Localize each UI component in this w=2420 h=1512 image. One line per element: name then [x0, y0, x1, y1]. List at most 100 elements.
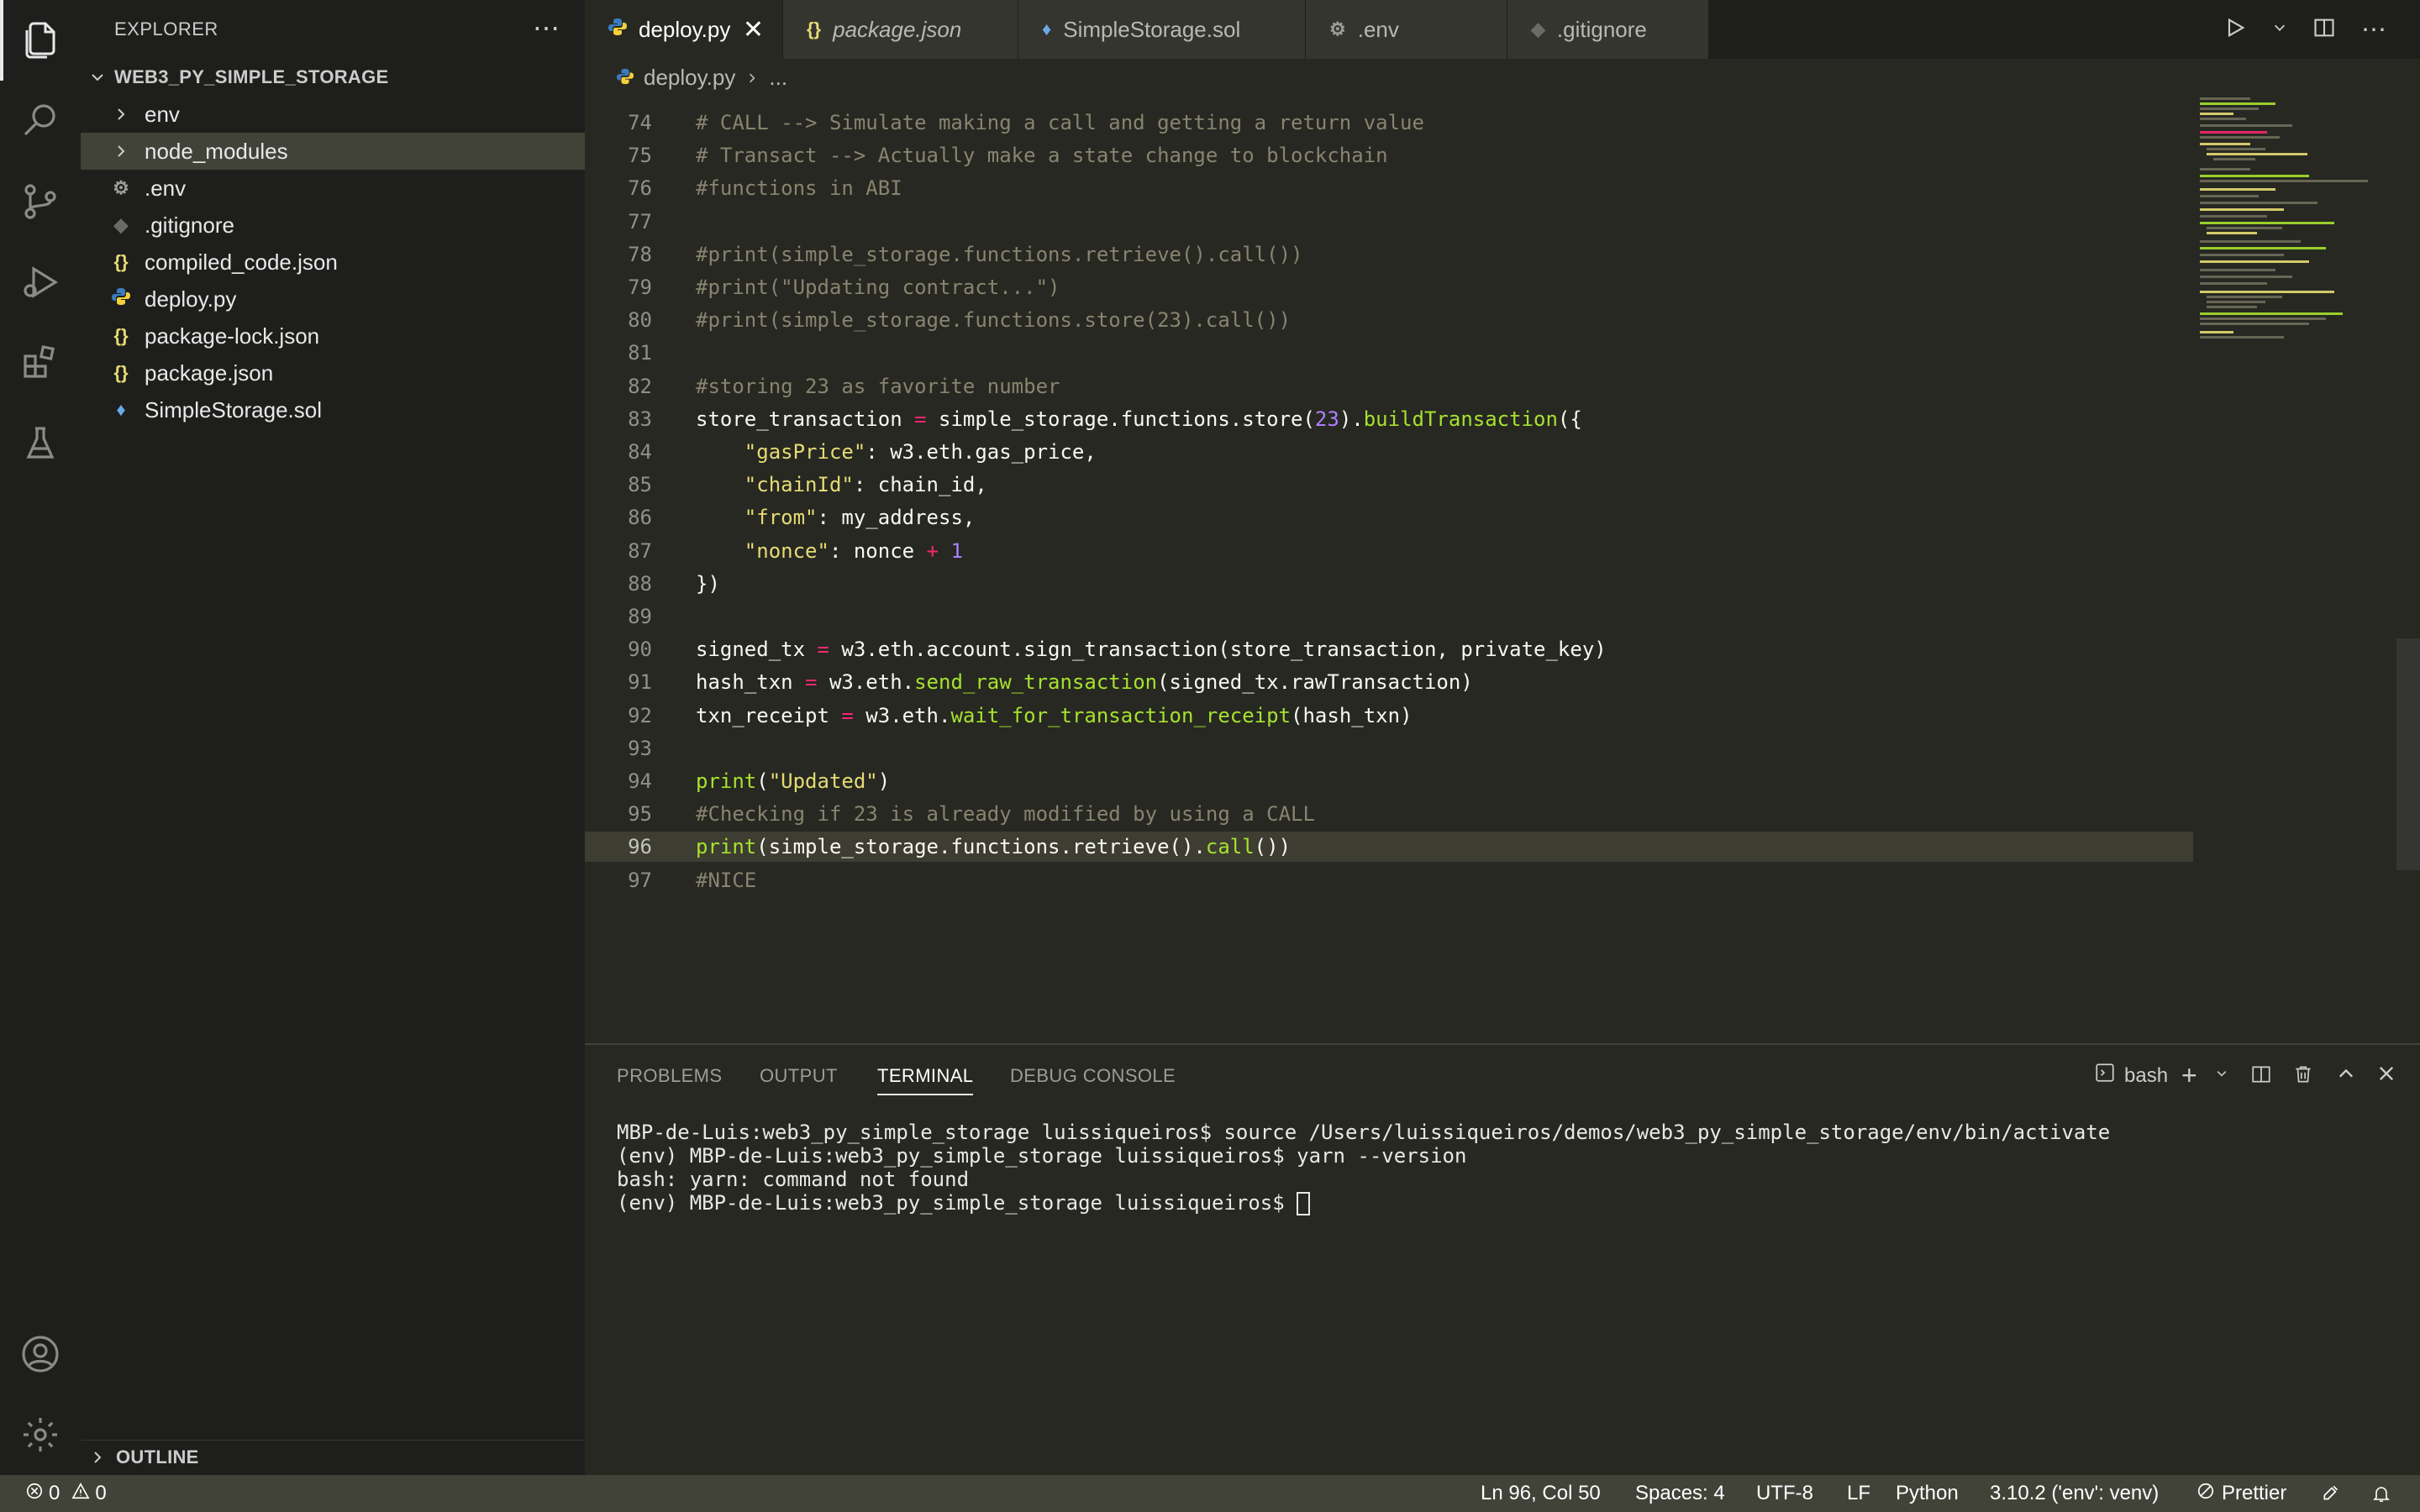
code-line[interactable]: 96 print(simple_storage.functions.retriev…: [585, 832, 2193, 863]
sidebar-title: EXPLORER: [114, 18, 218, 39]
code-line[interactable]: 76 #functions in ABI: [585, 173, 2193, 203]
settings-gear-icon[interactable]: [0, 1394, 81, 1475]
tree-item-node-modules[interactable]: node_modules: [81, 133, 585, 170]
code-line[interactable]: 90 signed_tx = w3.eth.account.sign_transa…: [585, 634, 2193, 664]
search-icon[interactable]: [0, 81, 81, 161]
code-line[interactable]: 97 #NICE: [585, 865, 2193, 895]
project-name: WEB3_PY_SIMPLE_STORAGE: [114, 66, 389, 87]
language-mode[interactable]: Python: [1896, 1475, 1959, 1512]
split-editor-icon[interactable]: [2312, 16, 2336, 44]
more-actions-icon[interactable]: ⋯: [2361, 15, 2386, 45]
run-debug-icon[interactable]: [0, 242, 81, 323]
line-number: 86: [628, 506, 652, 530]
code-line[interactable]: 77: [585, 207, 2193, 237]
code-line[interactable]: 89: [585, 601, 2193, 632]
solidity-icon: ♦: [116, 399, 126, 420]
editor-actions: ⋯: [2223, 15, 2386, 45]
account-icon[interactable]: [0, 1314, 81, 1394]
code-line[interactable]: 80 #print(simple_storage.functions.store(…: [585, 305, 2193, 335]
minimap[interactable]: [2196, 96, 2390, 432]
code-line[interactable]: 94 print("Updated"): [585, 766, 2193, 796]
code-line[interactable]: 92 txn_receipt = w3.eth.wait_for_transact…: [585, 701, 2193, 731]
extensions-icon[interactable]: [0, 323, 81, 403]
python-icon: [617, 65, 634, 91]
add-terminal-icon[interactable]: +: [2181, 1060, 2197, 1091]
more-actions-icon[interactable]: ⋯: [533, 12, 560, 44]
code-line[interactable]: 95 #Checking if 23 is already modified by…: [585, 799, 2193, 829]
indentation[interactable]: Spaces: 4: [1635, 1475, 1725, 1512]
code-line[interactable]: 91 hash_txn = w3.eth.send_raw_transaction…: [585, 667, 2193, 697]
tab-terminal[interactable]: TERMINAL: [877, 1065, 974, 1095]
code-line[interactable]: 79 #print("Updating contract..."): [585, 272, 2193, 302]
tab-problems[interactable]: PROBLEMS: [617, 1065, 722, 1087]
code-text: print("Updated"): [696, 769, 891, 793]
source-control-icon[interactable]: [0, 161, 81, 242]
code-line[interactable]: 87 "nonce": nonce + 1: [585, 536, 2193, 566]
tree-item-package-json[interactable]: {} package.json: [81, 354, 585, 391]
explorer-icon[interactable]: [0, 0, 81, 81]
terminal-shell-selector[interactable]: bash: [2094, 1062, 2168, 1089]
code-text: # Transact --> Actually make a state cha…: [696, 144, 1388, 168]
tree-item-simplestorage-sol[interactable]: ♦ SimpleStorage.sol: [81, 391, 585, 428]
testing-flask-icon[interactable]: [0, 403, 81, 484]
solidity-icon: ♦: [1042, 18, 1052, 39]
tab-output[interactable]: OUTPUT: [760, 1065, 838, 1087]
code-line[interactable]: 93: [585, 733, 2193, 764]
encoding[interactable]: UTF-8: [1756, 1475, 1813, 1512]
python-interpreter[interactable]: 3.10.2 ('env': venv): [1990, 1475, 2159, 1512]
tab-deploy-py[interactable]: deploy.py ✕: [585, 0, 783, 59]
tree-item-env-file[interactable]: ⚙ .env: [81, 170, 585, 207]
chevron-down-icon[interactable]: [2272, 20, 2287, 39]
error-icon: [25, 1482, 44, 1506]
close-icon[interactable]: ✕: [743, 15, 764, 45]
warning-icon: [71, 1482, 90, 1506]
code-line[interactable]: 83 store_transaction = simple_storage.fun…: [585, 404, 2193, 434]
tab-gitignore[interactable]: ◆ .gitignore: [1507, 0, 1709, 59]
project-folder[interactable]: WEB3_PY_SIMPLE_STORAGE: [81, 62, 585, 92]
code-line[interactable]: 74 # CALL --> Simulate making a call and …: [585, 108, 2193, 138]
split-terminal-icon[interactable]: [2250, 1063, 2272, 1089]
tab-label: deploy.py: [639, 16, 731, 42]
cursor-position[interactable]: Ln 96, Col 50: [1481, 1475, 1601, 1512]
run-python-icon[interactable]: [2223, 16, 2247, 44]
tree-item-label: env: [145, 101, 180, 127]
code-text: txn_receipt = w3.eth.wait_for_transactio…: [696, 703, 1413, 727]
close-panel-icon[interactable]: [2376, 1063, 2396, 1088]
tab-debug-console[interactable]: DEBUG CONSOLE: [1010, 1065, 1176, 1087]
tree-item-compiled-code[interactable]: {} compiled_code.json: [81, 244, 585, 281]
feedback-icon[interactable]: [2321, 1475, 2343, 1512]
code-line[interactable]: 84 "gasPrice": w3.eth.gas_price,: [585, 437, 2193, 467]
line-number: 92: [628, 703, 652, 727]
tree-item-label: .env: [145, 175, 187, 201]
code-line[interactable]: 78 #print(simple_storage.functions.retrie…: [585, 239, 2193, 270]
trash-icon[interactable]: [2292, 1063, 2314, 1089]
terminal-prompt-line[interactable]: (env) MBP-de-Luis:web3_py_simple_storage…: [617, 1191, 1311, 1215]
code-line[interactable]: 81: [585, 338, 2193, 368]
prettier-status[interactable]: Prettier: [2196, 1475, 2286, 1512]
line-number: 80: [628, 308, 652, 333]
tree-item-gitignore[interactable]: ◆ .gitignore: [81, 207, 585, 244]
code-line[interactable]: 86 "from": my_address,: [585, 502, 2193, 533]
tab-package-json[interactable]: {} package.json: [783, 0, 1018, 59]
tab-simplestorage-sol[interactable]: ♦ SimpleStorage.sol: [1018, 0, 1306, 59]
tab-env[interactable]: ⚙ .env: [1306, 0, 1507, 59]
notifications-bell-icon[interactable]: [2371, 1475, 2391, 1512]
code-line[interactable]: 75 # Transact --> Actually make a state c…: [585, 140, 2193, 171]
problems-status[interactable]: 0 0: [25, 1475, 107, 1512]
tree-item-env[interactable]: env: [81, 96, 585, 133]
chevron-down-icon[interactable]: [2215, 1067, 2228, 1084]
breadcrumb-symbol[interactable]: ...: [769, 65, 787, 91]
tree-item-deploy-py[interactable]: deploy.py: [81, 281, 585, 318]
editor-scrollbar[interactable]: [2396, 638, 2420, 870]
breadcrumb-file[interactable]: deploy.py: [644, 65, 735, 91]
code-editor[interactable]: 74 # CALL --> Simulate making a call and …: [585, 96, 2420, 1043]
maximize-panel-icon[interactable]: [2336, 1063, 2356, 1088]
code-line[interactable]: 82 #storing 23 as favorite number: [585, 371, 2193, 402]
outline-section[interactable]: OUTLINE: [81, 1440, 585, 1474]
code-line[interactable]: 85 "chainId": chain_id,: [585, 470, 2193, 500]
code-text: "nonce": nonce + 1: [744, 538, 963, 563]
code-line[interactable]: 88}): [585, 569, 2193, 599]
end-of-line[interactable]: LF: [1847, 1475, 1870, 1512]
code-text: signed_tx = w3.eth.account.sign_transact…: [696, 638, 1607, 662]
tree-item-package-lock[interactable]: {} package-lock.json: [81, 318, 585, 354]
